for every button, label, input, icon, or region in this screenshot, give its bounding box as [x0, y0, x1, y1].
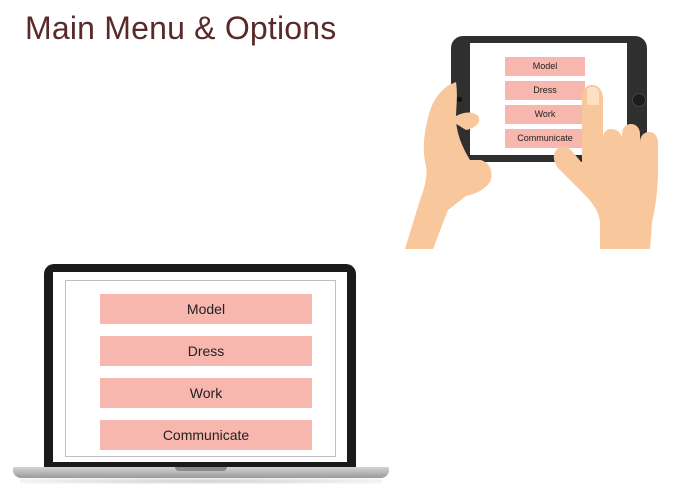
laptop-shadow — [20, 478, 382, 484]
tablet-menu-model-button[interactable]: Model — [505, 57, 585, 76]
tablet-menu-communicate-button[interactable]: Communicate — [505, 129, 585, 148]
laptop-notch — [175, 467, 227, 471]
page-title: Main Menu & Options — [25, 10, 337, 46]
laptop-menu-model-button[interactable]: Model — [100, 294, 312, 324]
laptop-menu: Model Dress Work Communicate — [100, 294, 312, 450]
laptop-menu-communicate-button[interactable]: Communicate — [100, 420, 312, 450]
laptop-menu-dress-button[interactable]: Dress — [100, 336, 312, 366]
tablet-menu: Model Dress Work Communicate — [505, 57, 585, 153]
tablet-menu-work-button[interactable]: Work — [505, 105, 585, 124]
tablet-camera-icon — [457, 97, 462, 102]
laptop-menu-work-button[interactable]: Work — [100, 378, 312, 408]
tablet-home-button-icon — [632, 93, 646, 107]
tablet-menu-dress-button[interactable]: Dress — [505, 81, 585, 100]
